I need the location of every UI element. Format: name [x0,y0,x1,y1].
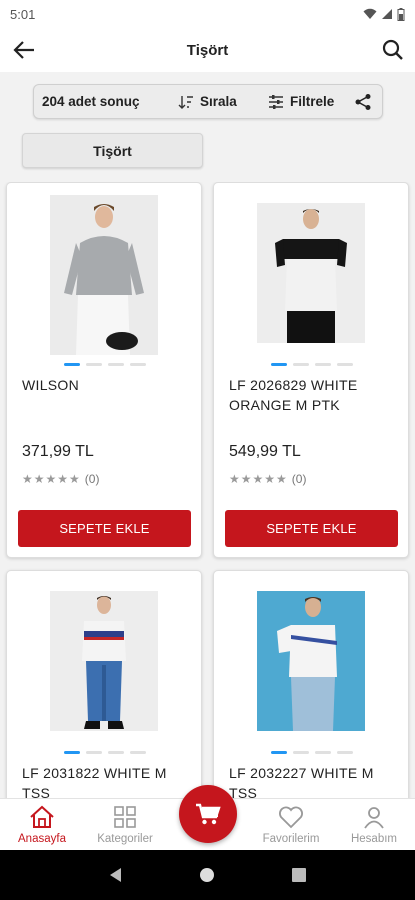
back-arrow-icon [13,41,34,59]
image-carousel-dots [271,751,353,754]
rating-count: (0) [84,472,100,486]
nav-home-label: Anasayfa [18,833,66,845]
image-carousel-dots [64,363,146,366]
result-count: 204 adet sonuç [42,94,140,109]
image-carousel-dots [271,363,353,366]
nav-home[interactable]: Anasayfa [2,803,82,845]
search-icon [382,39,403,60]
sort-icon [178,95,193,109]
product-card[interactable]: LF 2031822 WHITE M TSS [6,570,202,798]
product-price: 371,99 TL [22,443,94,460]
filter-button[interactable]: Filtrele [268,94,348,109]
filter-label: Filtrele [290,94,335,109]
product-grid: WILSON 371,99 TL ★★★★★ (0) SEPETE EKLE L… [0,182,415,798]
signal-icon [382,9,392,19]
product-image[interactable] [50,195,158,355]
product-image[interactable] [50,591,158,731]
back-nav-icon[interactable] [107,866,125,884]
nav-account-label: Hesabım [350,833,398,845]
product-image[interactable] [257,203,365,343]
nav-account[interactable]: Hesabım [334,803,414,845]
product-name: LF 2032227 WHITE M TSS [229,765,374,798]
sort-label: Sırala [200,94,237,109]
star-icons: ★★★★★ [229,472,288,486]
cart-button[interactable] [179,785,237,843]
nav-categories[interactable]: Kategoriler [85,803,165,845]
nav-favorites[interactable]: Favorilerim [251,803,331,845]
product-rating: ★★★★★ (0) [22,472,99,486]
cart-icon [196,803,221,825]
wifi-icon [363,8,377,19]
product-card[interactable]: WILSON 371,99 TL ★★★★★ (0) SEPETE EKLE [6,182,202,558]
product-name: WILSON [22,377,80,393]
nav-favorites-label: Favorilerim [262,833,320,845]
add-to-cart-button[interactable]: SEPETE EKLE [18,510,191,547]
category-chip[interactable]: Tişört [22,133,203,168]
results-toolbar: 204 adet sonuç Sırala Filtrele [33,84,383,119]
status-bar: 5:01 [0,0,415,28]
home-icon [28,803,56,831]
rating-count: (0) [291,472,307,486]
page-title: Tişört [186,41,229,59]
share-button[interactable] [352,91,374,113]
filter-icon [269,94,283,109]
product-price: 549,99 TL [229,443,301,460]
grid-icon [111,803,139,831]
add-to-cart-button[interactable]: SEPETE EKLE [225,510,398,547]
share-icon [355,93,371,110]
status-icons [363,7,405,21]
status-time: 5:01 [10,6,36,22]
product-card[interactable]: LF 2026829 WHITE ORANGE M PTK 549,99 TL … [213,182,409,558]
user-icon [360,803,388,831]
system-nav-bar [0,850,415,900]
product-image[interactable] [257,591,365,731]
product-name: LF 2026829 WHITE ORANGE M PTK [229,377,358,413]
product-rating: ★★★★★ (0) [229,472,306,486]
app-bar: Tişört [0,28,415,72]
back-button[interactable] [10,36,38,64]
star-icons: ★★★★★ [22,472,81,486]
search-button[interactable] [379,36,407,64]
recents-nav-icon[interactable] [290,866,308,884]
product-card[interactable]: LF 2032227 WHITE M TSS [213,570,409,798]
home-nav-icon[interactable] [198,866,216,884]
image-carousel-dots [64,751,146,754]
heart-icon [277,803,305,831]
battery-icon [397,7,405,21]
product-name: LF 2031822 WHITE M TSS [22,765,167,798]
nav-categories-label: Kategoriler [97,833,153,845]
sort-button[interactable]: Sırala [178,94,258,109]
